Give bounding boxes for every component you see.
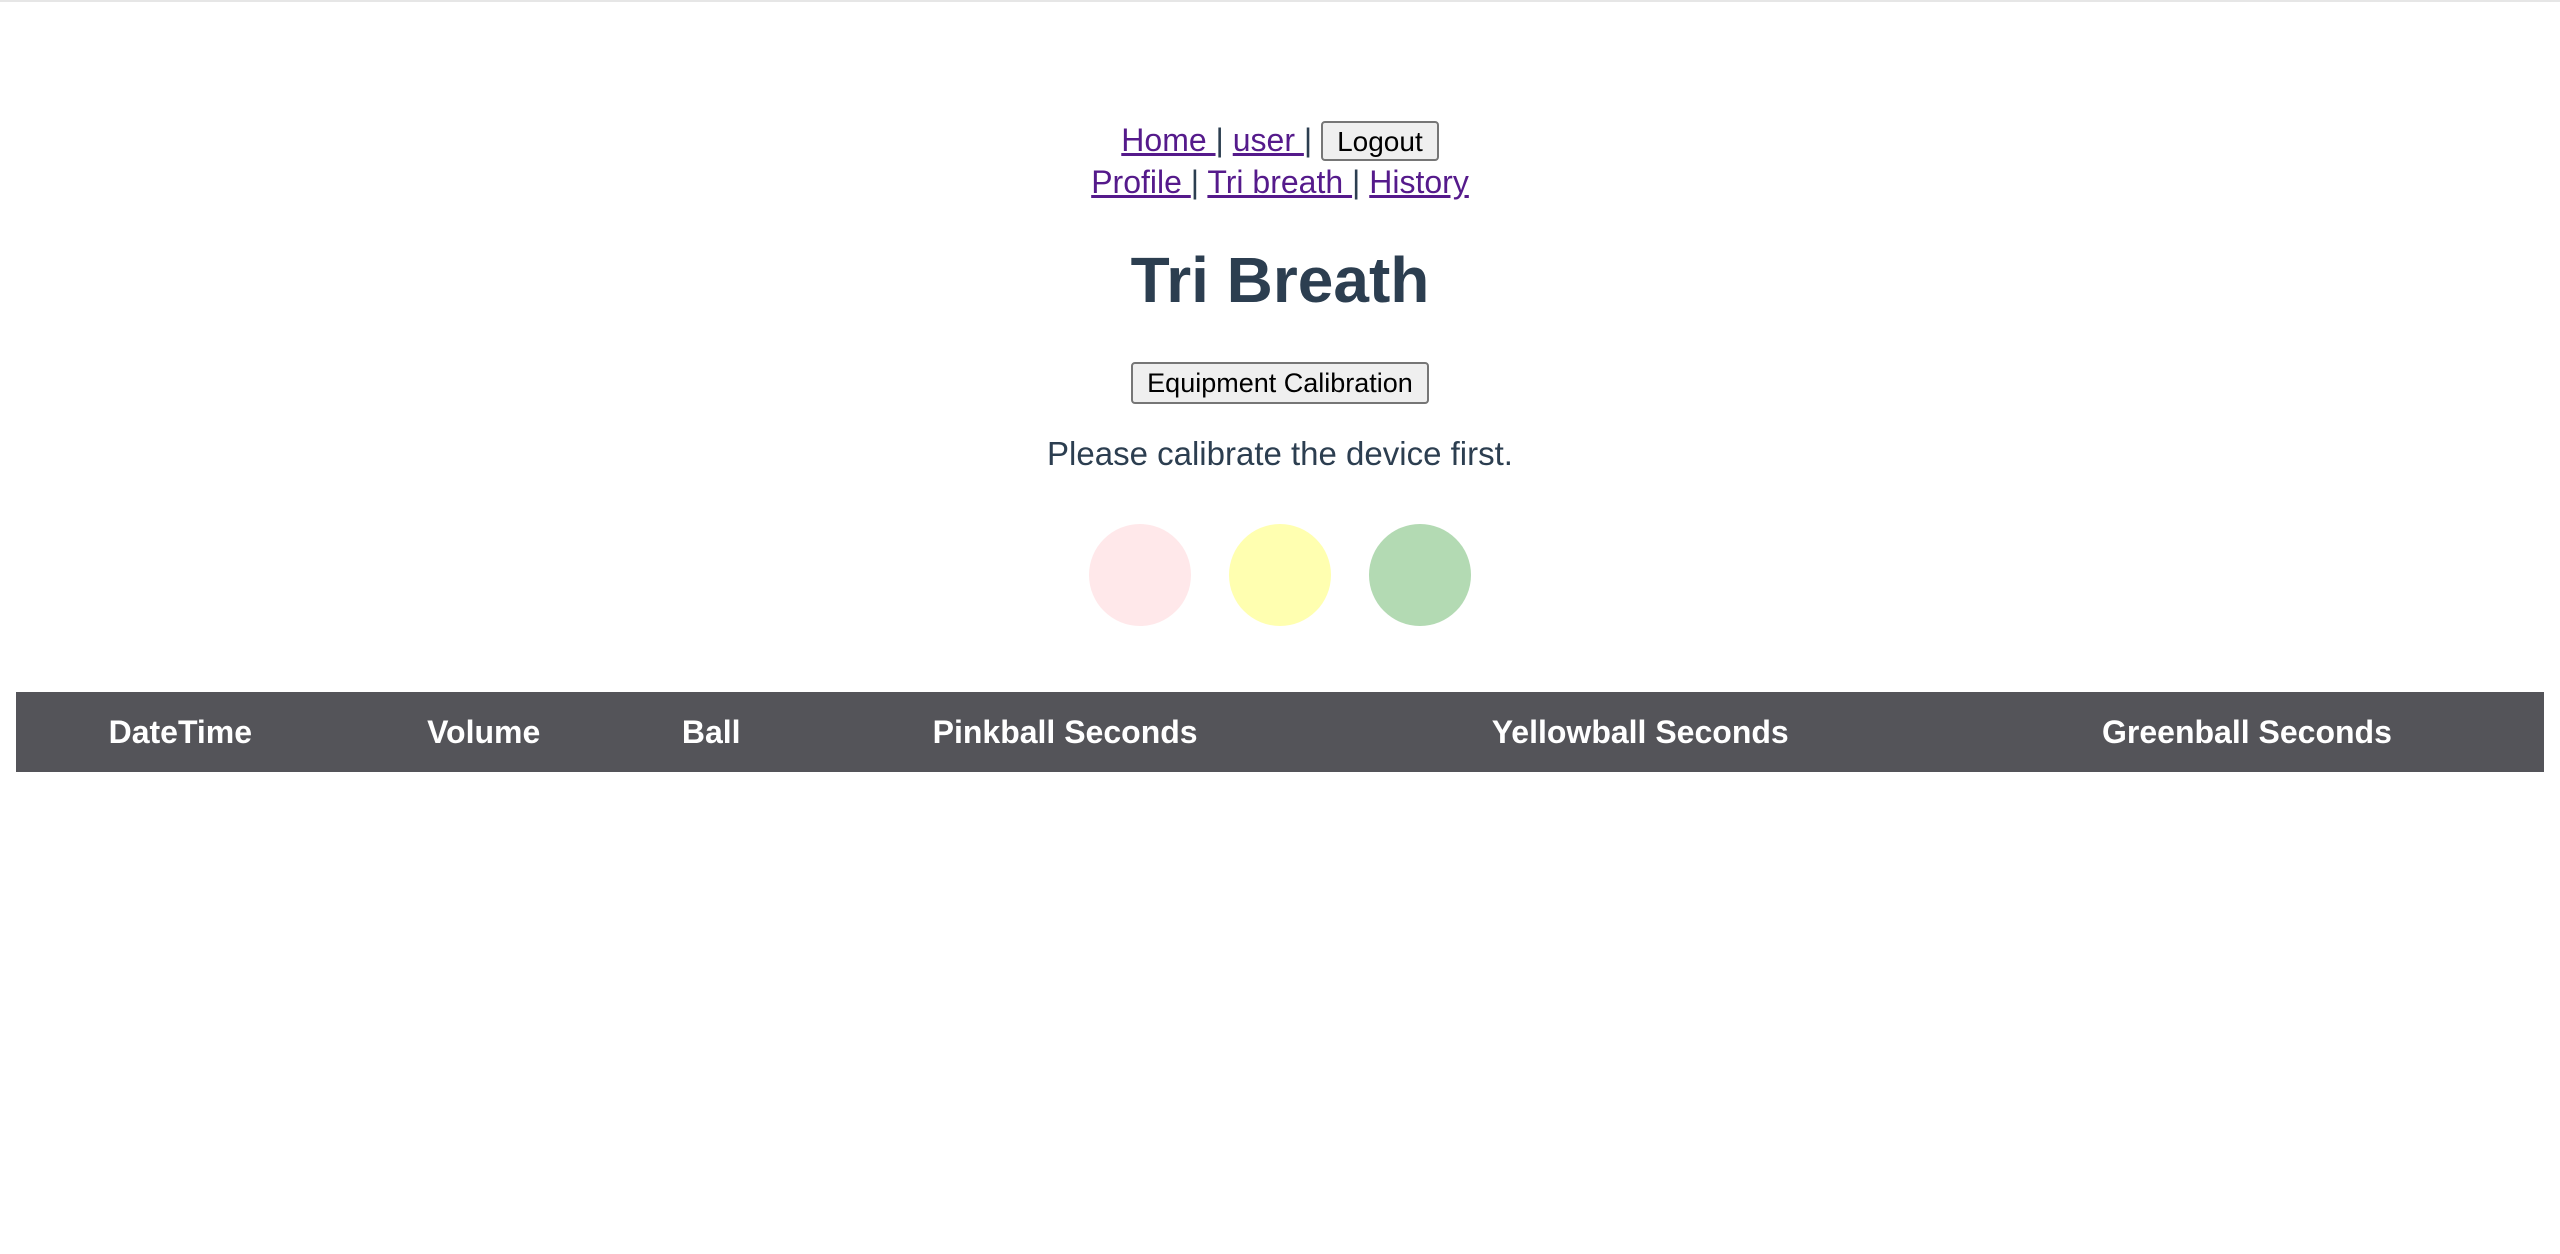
column-header-datetime: DateTime	[16, 692, 345, 772]
nav-row-primary: Home | user | Logout	[0, 120, 2560, 161]
history-table-container: DateTime Volume Ball Pinkball Seconds Ye…	[16, 692, 2544, 772]
page-title: Tri Breath	[1130, 244, 1430, 316]
green-ball-indicator	[1369, 524, 1471, 626]
nav-separator: |	[1215, 122, 1224, 158]
calibration-container: Equipment Calibration	[0, 362, 2560, 404]
column-header-pinkball-seconds: Pinkball Seconds	[799, 692, 1331, 772]
nav-link-tri-breath[interactable]: Tri breath	[1207, 164, 1352, 200]
nav-separator: |	[1352, 164, 1361, 200]
history-table: DateTime Volume Ball Pinkball Seconds Ye…	[16, 692, 2544, 772]
column-header-yellowball-seconds: Yellowball Seconds	[1330, 692, 1950, 772]
table-header-row: DateTime Volume Ball Pinkball Seconds Ye…	[16, 692, 2544, 772]
nav-row-secondary: Profile | Tri breath | History	[0, 162, 2560, 202]
equipment-calibration-button[interactable]: Equipment Calibration	[1131, 362, 1429, 404]
nav-link-profile[interactable]: Profile	[1091, 164, 1191, 200]
nav-separator: |	[1190, 164, 1200, 200]
nav-link-home[interactable]: Home	[1121, 122, 1215, 158]
nav-link-user[interactable]: user	[1233, 122, 1304, 158]
nav-separator: |	[1303, 122, 1313, 158]
yellow-ball-indicator	[1229, 524, 1331, 626]
logout-button[interactable]: Logout	[1321, 121, 1439, 161]
nav-link-history[interactable]: History	[1369, 164, 1469, 200]
column-header-volume: Volume	[344, 692, 623, 772]
status-message: Please calibrate the device first.	[1047, 435, 1513, 472]
pink-ball-indicator	[1089, 524, 1191, 626]
top-border	[0, 0, 2560, 2]
column-header-greenball-seconds: Greenball Seconds	[1949, 692, 2544, 772]
column-header-ball: Ball	[622, 692, 800, 772]
